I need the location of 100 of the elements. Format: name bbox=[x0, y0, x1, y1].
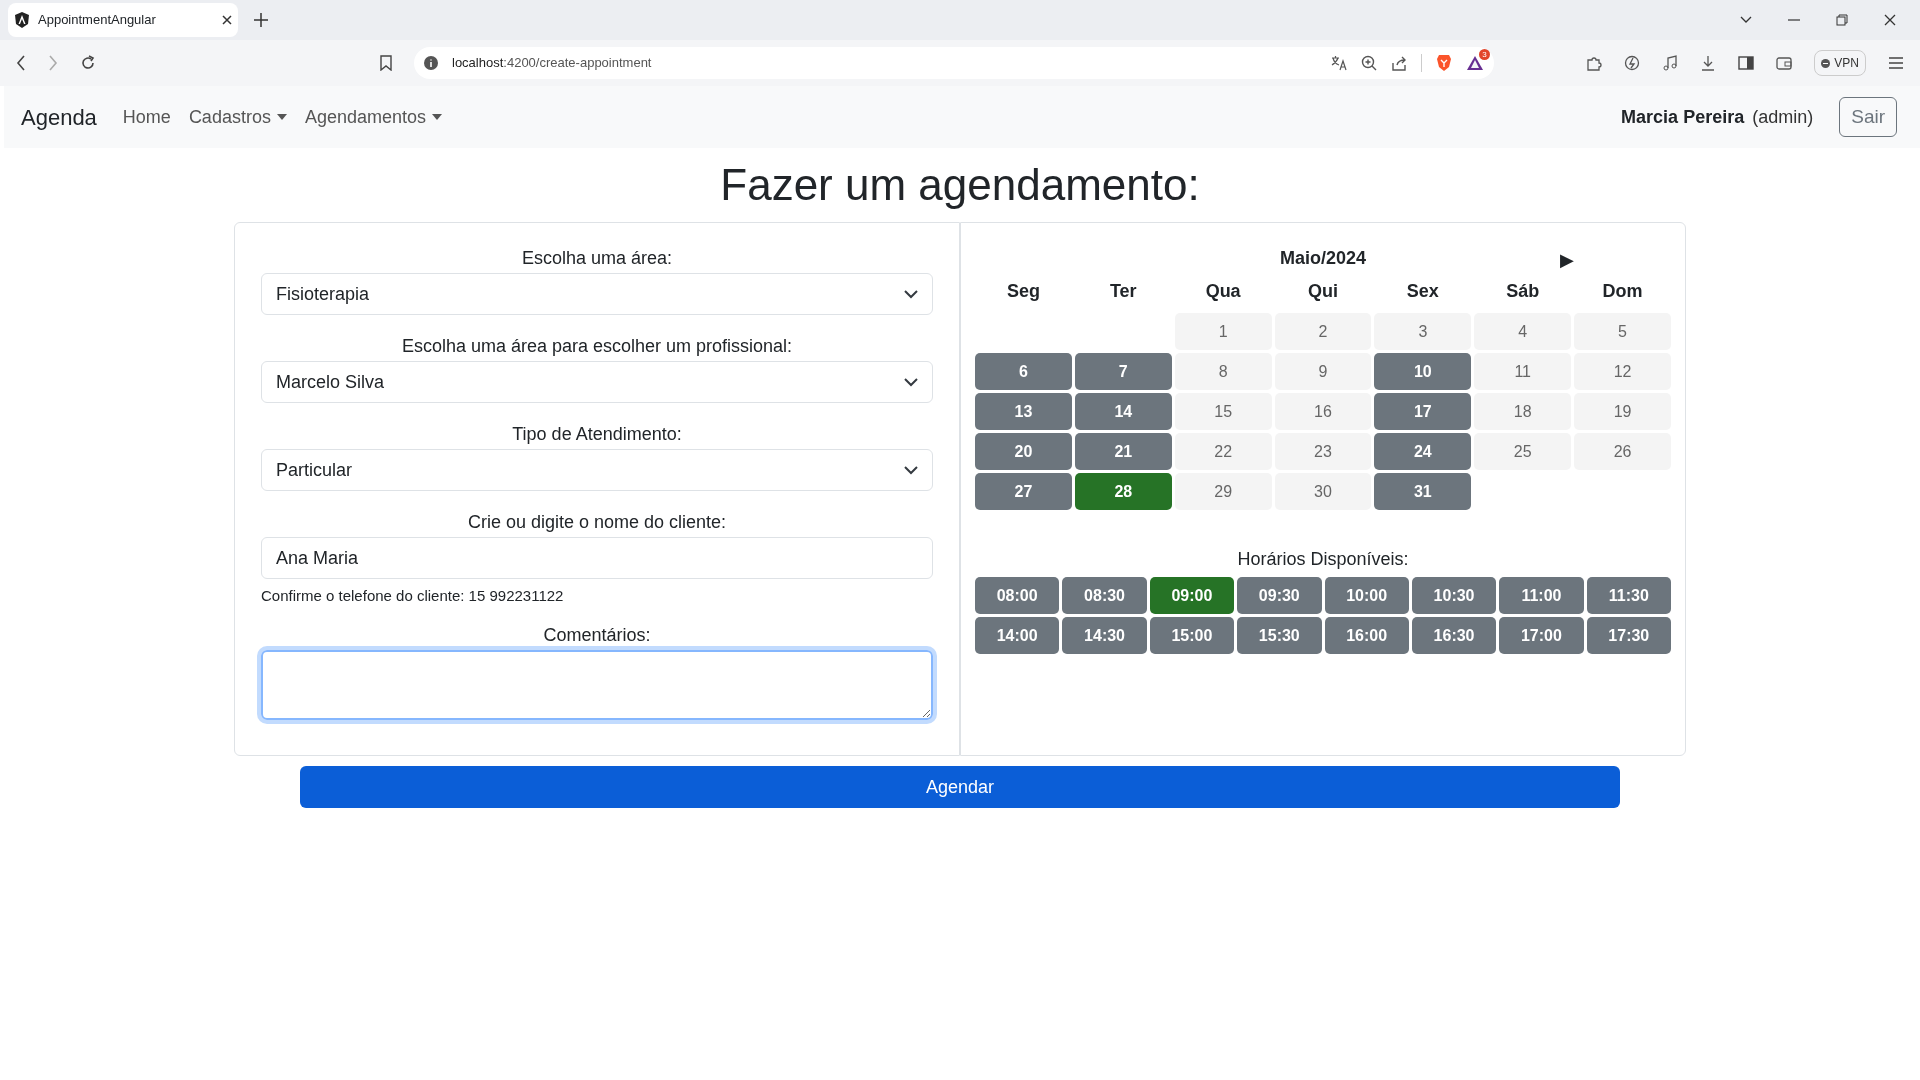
chevron-down-icon[interactable] bbox=[1740, 16, 1752, 24]
weekday-header: Qui bbox=[1308, 280, 1338, 303]
day-cell[interactable]: 25 bbox=[1474, 433, 1572, 470]
dropdown-link[interactable]: Cadastros bbox=[188, 103, 287, 131]
menu-icon[interactable] bbox=[1888, 57, 1904, 69]
time-slot-button[interactable]: 09:00 bbox=[1149, 577, 1235, 614]
day-cell[interactable]: 7 bbox=[1074, 353, 1172, 390]
lion-shield-icon[interactable] bbox=[1436, 54, 1452, 72]
day-cell[interactable]: 20 bbox=[975, 433, 1072, 470]
vpn-button[interactable]: VPN bbox=[1814, 50, 1866, 76]
browser-tab[interactable]: AppointmentAngular bbox=[8, 3, 238, 37]
time-slot-button[interactable]: 15:00 bbox=[1149, 617, 1235, 654]
day-cell[interactable]: 23 bbox=[1274, 433, 1372, 470]
chevron-down-icon bbox=[904, 289, 918, 299]
day-cell[interactable]: 29 bbox=[1174, 473, 1272, 510]
download-icon[interactable] bbox=[1700, 55, 1717, 71]
day-cell[interactable]: 27 bbox=[975, 473, 1072, 510]
day-cell[interactable]: 17 bbox=[1374, 393, 1472, 430]
day-cell[interactable]: 26 bbox=[1574, 433, 1671, 470]
chevron-down-icon bbox=[904, 465, 918, 475]
select-field[interactable]: Marcelo Silva bbox=[261, 361, 933, 403]
time-slot-button[interactable]: 17:00 bbox=[1499, 617, 1584, 654]
time-slot-button[interactable]: 11:00 bbox=[1499, 577, 1584, 614]
day-cell[interactable]: 15 bbox=[1174, 393, 1272, 430]
day-cell[interactable]: 6 bbox=[975, 353, 1072, 390]
select-field[interactable]: Particular bbox=[261, 449, 933, 491]
status-dot-icon bbox=[1821, 58, 1831, 68]
day-cell[interactable]: 1 bbox=[1174, 313, 1272, 350]
time-slot-button[interactable]: 08:30 bbox=[1062, 577, 1147, 614]
page-heading: Fazer um agendamento: bbox=[719, 159, 1201, 211]
time-slot-button[interactable]: 15:30 bbox=[1237, 617, 1322, 654]
field-label: Tipo de Atendimento: bbox=[511, 423, 683, 446]
time-slot-button[interactable]: 14:30 bbox=[1062, 617, 1147, 654]
day-cell[interactable]: 31 bbox=[1374, 473, 1472, 510]
input-field[interactable]: Ana Maria bbox=[261, 537, 933, 579]
new-tab-icon[interactable] bbox=[254, 13, 268, 27]
day-cell[interactable]: 28 bbox=[1074, 473, 1172, 510]
time-slot-button[interactable]: 16:00 bbox=[1324, 617, 1409, 654]
day-cell[interactable]: 12 bbox=[1574, 353, 1671, 390]
back-icon[interactable] bbox=[16, 55, 26, 71]
day-cell[interactable]: 16 bbox=[1274, 393, 1372, 430]
close-icon[interactable] bbox=[222, 15, 232, 25]
dropdown-link[interactable]: Agendamentos bbox=[304, 103, 442, 131]
time-slot-button[interactable]: 14:00 bbox=[975, 617, 1060, 654]
time-slot-button[interactable]: 16:30 bbox=[1411, 617, 1497, 654]
leaf-icon[interactable] bbox=[1624, 55, 1641, 71]
nav-link[interactable]: Home bbox=[122, 103, 171, 131]
time-slot-button[interactable]: 09:30 bbox=[1237, 577, 1322, 614]
day-cell[interactable]: 4 bbox=[1474, 313, 1572, 350]
close-icon[interactable] bbox=[1884, 14, 1896, 26]
day-cell[interactable]: 5 bbox=[1574, 313, 1671, 350]
next-month-button[interactable]: ▶ bbox=[1560, 247, 1574, 274]
time-slot-button[interactable]: 10:00 bbox=[1324, 577, 1409, 614]
sidebar-icon[interactable] bbox=[1738, 56, 1755, 70]
music-icon[interactable] bbox=[1662, 55, 1679, 71]
weekday-header: Dom bbox=[1602, 280, 1643, 303]
day-cell[interactable]: 8 bbox=[1174, 353, 1272, 390]
time-slot-button[interactable]: 17:30 bbox=[1586, 617, 1671, 654]
bookmark-icon[interactable] bbox=[380, 55, 392, 71]
zoom-in-icon[interactable] bbox=[1361, 55, 1377, 71]
day-cell[interactable]: 21 bbox=[1074, 433, 1172, 470]
user-name: Marcia Pereira bbox=[1621, 105, 1745, 129]
schedule-button[interactable]: Agendar bbox=[300, 766, 1620, 808]
day-cell[interactable]: 30 bbox=[1274, 473, 1372, 510]
field-label: Escolha uma área para escolher um profissional: bbox=[400, 335, 794, 358]
puzzle-icon[interactable] bbox=[1586, 55, 1603, 71]
restore-icon[interactable] bbox=[1836, 14, 1848, 26]
time-slot-button[interactable]: 11:30 bbox=[1586, 577, 1671, 614]
weekday-header: Ter bbox=[1109, 280, 1137, 303]
field-label: Escolha uma área: bbox=[520, 247, 674, 270]
month-title: Maio/2024 bbox=[1279, 247, 1366, 270]
address-bar[interactable]: localhost:4200/create-appointment 3 bbox=[414, 47, 1494, 79]
day-cell[interactable]: 10 bbox=[1374, 353, 1472, 390]
triangle-icon[interactable] bbox=[1466, 55, 1484, 71]
time-slot-button[interactable]: 08:00 bbox=[975, 577, 1060, 614]
logout-button[interactable]: Sair bbox=[1839, 97, 1897, 137]
translate-icon[interactable] bbox=[1331, 55, 1347, 71]
day-cell[interactable]: 13 bbox=[975, 393, 1072, 430]
caret-icon bbox=[276, 114, 287, 120]
brand-link[interactable]: Agenda bbox=[21, 100, 97, 134]
day-cell[interactable]: 22 bbox=[1174, 433, 1272, 470]
day-cell[interactable]: 24 bbox=[1374, 433, 1472, 470]
field-label: Crie ou digite o nome do cliente: bbox=[466, 511, 728, 534]
weekday-header: Seg bbox=[1006, 280, 1040, 303]
reload-icon[interactable] bbox=[80, 55, 96, 71]
time-slot-button[interactable]: 10:30 bbox=[1411, 577, 1497, 614]
day-cell[interactable]: 18 bbox=[1474, 393, 1572, 430]
caret-icon bbox=[432, 114, 442, 120]
select-field[interactable]: Fisioterapia bbox=[261, 273, 933, 315]
day-cell[interactable]: 9 bbox=[1274, 353, 1372, 390]
day-cell[interactable]: 3 bbox=[1374, 313, 1472, 350]
tab-title: AppointmentAngular bbox=[38, 11, 157, 30]
day-cell[interactable]: 19 bbox=[1574, 393, 1671, 430]
wallet-icon[interactable] bbox=[1776, 56, 1793, 70]
day-cell[interactable]: 2 bbox=[1274, 313, 1372, 350]
day-cell[interactable]: 11 bbox=[1474, 353, 1572, 390]
share-icon[interactable] bbox=[1391, 55, 1407, 71]
weekday-header: Qua bbox=[1205, 280, 1241, 303]
day-cell[interactable]: 14 bbox=[1074, 393, 1172, 430]
weekday-header: Sáb bbox=[1506, 280, 1540, 303]
